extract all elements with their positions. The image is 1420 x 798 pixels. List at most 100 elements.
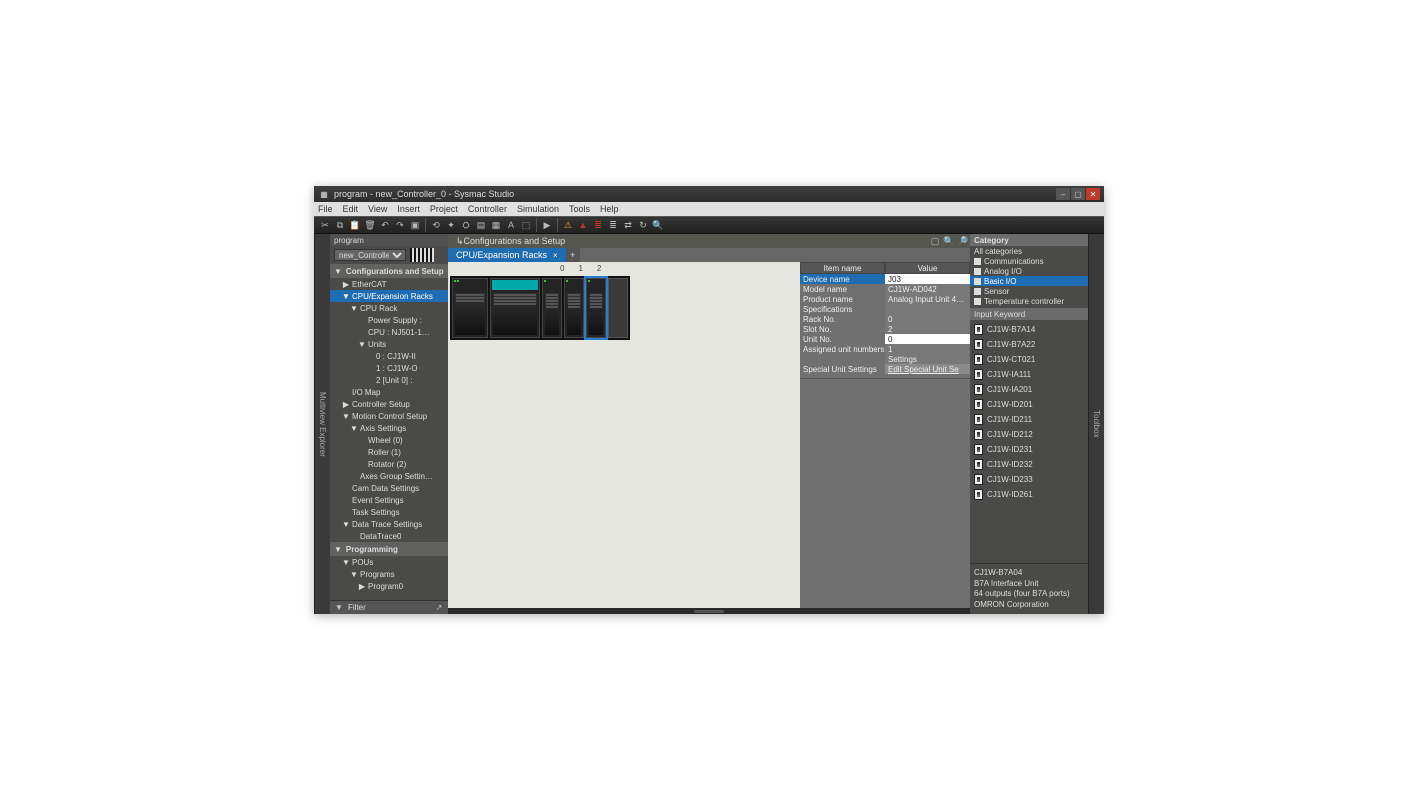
module-slot-2[interactable] (586, 278, 606, 338)
add-tab-button[interactable]: + (566, 248, 580, 262)
sync-icon[interactable]: ↻ (636, 218, 650, 232)
search-icon[interactable]: 🔍 (651, 218, 665, 232)
tree-node[interactable]: ▼POUs (330, 556, 448, 568)
menu-file[interactable]: File (318, 204, 333, 214)
tree-node[interactable]: ▼CPU/Expansion Racks (330, 290, 448, 302)
tool-e-icon[interactable]: ▦ (489, 218, 503, 232)
part-item[interactable]: CJ1W-ID261 (970, 487, 1088, 502)
controller-select[interactable]: new_Controller_0 (334, 249, 406, 261)
tree-node[interactable]: ▶Controller Setup (330, 398, 448, 410)
filter-row[interactable]: ▼ Filter ↗ (330, 600, 448, 614)
tree-node[interactable]: ▼Programs (330, 568, 448, 580)
redo-icon[interactable]: ↷ (393, 218, 407, 232)
tree-node[interactable]: ▶EtherCAT (330, 278, 448, 290)
tree-node[interactable]: Wheel (0) (330, 434, 448, 446)
part-item[interactable]: CJ1W-ID233 (970, 472, 1088, 487)
property-row[interactable]: Special Unit SettingsEdit Special Unit S… (800, 364, 970, 374)
category-item[interactable]: Sensor (970, 286, 1088, 296)
config-section-header[interactable]: ▼Configurations and Setup (330, 264, 448, 278)
tree-node[interactable]: 2 [Unit 0] : (330, 374, 448, 386)
tree-node[interactable]: ▼CPU Rack (330, 302, 448, 314)
module-slot-0[interactable] (542, 278, 562, 338)
error-c-icon[interactable]: ≣ (606, 218, 620, 232)
tree-node[interactable]: Task Settings (330, 506, 448, 518)
undo-icon[interactable]: ↶ (378, 218, 392, 232)
category-item[interactable]: All categories (970, 246, 1088, 256)
view-mode-icon[interactable]: ▢ (928, 234, 942, 248)
programming-section-header[interactable]: ▼Programming (330, 542, 448, 556)
tool-b-icon[interactable]: ✦ (444, 218, 458, 232)
module-power-supply[interactable] (452, 278, 488, 338)
category-item[interactable]: Analog I/O (970, 266, 1088, 276)
tree-node[interactable]: 1 : CJ1W-O (330, 362, 448, 374)
part-item[interactable]: CJ1W-CT021 (970, 352, 1088, 367)
menu-simulation[interactable]: Simulation (517, 204, 559, 214)
menu-edit[interactable]: Edit (343, 204, 359, 214)
part-item[interactable]: CJ1W-B7A22 (970, 337, 1088, 352)
project-tree[interactable]: ▼Configurations and Setup ▶EtherCAT▼CPU/… (330, 264, 448, 600)
module-cpu[interactable] (490, 278, 540, 338)
menu-project[interactable]: Project (430, 204, 458, 214)
category-item[interactable]: Communications (970, 256, 1088, 266)
tree-node[interactable]: ▶Program0 (330, 580, 448, 592)
tree-node[interactable]: ▼Units (330, 338, 448, 350)
warning-icon[interactable]: ⚠ (561, 218, 575, 232)
part-item[interactable]: CJ1W-ID201 (970, 397, 1088, 412)
maximize-button[interactable]: ▢ (1071, 188, 1085, 200)
close-button[interactable]: ✕ (1086, 188, 1100, 200)
tree-node[interactable]: Event Settings (330, 494, 448, 506)
tree-node[interactable]: ▼Axis Settings (330, 422, 448, 434)
part-item[interactable]: CJ1W-ID211 (970, 412, 1088, 427)
close-tab-icon[interactable]: × (553, 251, 558, 260)
paste-icon[interactable]: 📋 (348, 218, 362, 232)
minimize-button[interactable]: – (1056, 188, 1070, 200)
error-b-icon[interactable]: ≣ (591, 218, 605, 232)
toolbox-tab[interactable]: Toolbox (1088, 234, 1104, 614)
link-icon[interactable]: ⇄ (621, 218, 635, 232)
explorer-tab[interactable]: Multiview Explorer (314, 234, 330, 614)
part-item[interactable]: CJ1W-IA111 (970, 367, 1088, 382)
cut-icon[interactable]: ✂ (318, 218, 332, 232)
tool-g-icon[interactable]: ⬚ (519, 218, 533, 232)
menu-tools[interactable]: Tools (569, 204, 590, 214)
tool-c-icon[interactable]: ⛭ (459, 218, 473, 232)
tree-node[interactable]: 0 : CJ1W-II (330, 350, 448, 362)
part-item[interactable]: CJ1W-B7A14 (970, 322, 1088, 337)
tool-f-icon[interactable]: A (504, 218, 518, 232)
part-item[interactable]: CJ1W-ID231 (970, 442, 1088, 457)
tree-node[interactable]: Rotator (2) (330, 458, 448, 470)
tree-node[interactable]: DataTrace0 (330, 530, 448, 542)
error-a-icon[interactable]: ▲ (576, 218, 590, 232)
tree-node[interactable]: ▼Motion Control Setup (330, 410, 448, 422)
part-item[interactable]: CJ1W-ID232 (970, 457, 1088, 472)
trash-icon[interactable]: ▣ (408, 218, 422, 232)
part-item[interactable]: CJ1W-IA201 (970, 382, 1088, 397)
tree-node[interactable]: Roller (1) (330, 446, 448, 458)
delete-icon[interactable]: 🗑 (363, 218, 377, 232)
tree-node[interactable]: I/O Map (330, 386, 448, 398)
rack-canvas[interactable]: 0 1 2 (448, 262, 800, 608)
tree-node[interactable]: Cam Data Settings (330, 482, 448, 494)
tree-node[interactable]: CPU : NJ501-1… (330, 326, 448, 338)
splitter-handle[interactable] (448, 608, 970, 614)
tree-node[interactable]: Power Supply : (330, 314, 448, 326)
menu-insert[interactable]: Insert (397, 204, 420, 214)
zoom2-icon[interactable]: 🔎 (956, 234, 970, 248)
menu-controller[interactable]: Controller (468, 204, 507, 214)
filter-expand-icon[interactable]: ↗ (434, 603, 444, 613)
run-icon[interactable]: ▶ (540, 218, 554, 232)
module-slot-1[interactable] (564, 278, 584, 338)
property-row[interactable]: Unit No.0 (800, 334, 970, 344)
menu-view[interactable]: View (368, 204, 387, 214)
tool-d-icon[interactable]: ▤ (474, 218, 488, 232)
copy-icon[interactable]: ⧉ (333, 218, 347, 232)
tool-a-icon[interactable]: ⟲ (429, 218, 443, 232)
menu-help[interactable]: Help (600, 204, 619, 214)
tab-cpu-racks[interactable]: CPU/Expansion Racks × (448, 248, 566, 262)
zoom-icon[interactable]: 🔍 (942, 234, 956, 248)
category-item[interactable]: Temperature controller (970, 296, 1088, 306)
category-item[interactable]: Basic I/O (970, 276, 1088, 286)
tree-node[interactable]: ▼Data Trace Settings (330, 518, 448, 530)
part-item[interactable]: CJ1W-ID212 (970, 427, 1088, 442)
tree-node[interactable]: Axes Group Settin… (330, 470, 448, 482)
